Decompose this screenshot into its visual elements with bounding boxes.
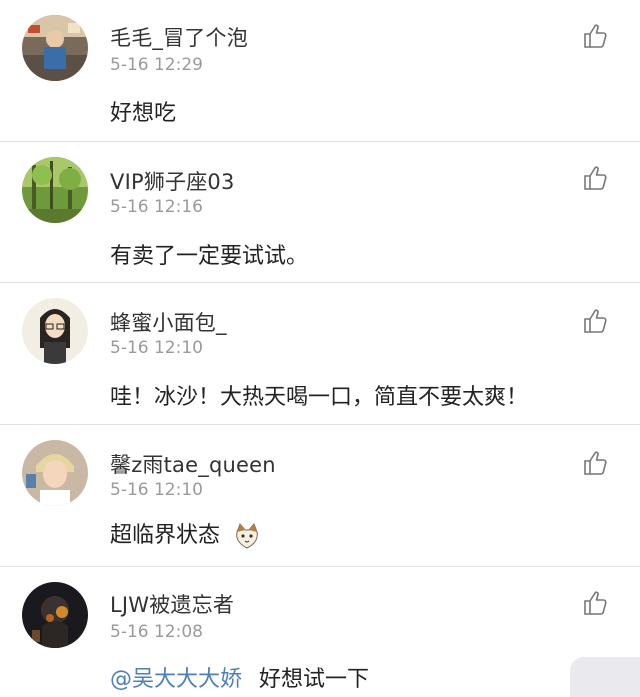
thumbs-up-icon[interactable] xyxy=(582,589,610,617)
comment-text: 哇！冰沙！大热天喝一口，简直不要太爽！ xyxy=(110,385,529,410)
boy-avatar-icon xyxy=(22,440,88,506)
reply-bar-corner xyxy=(570,657,640,697)
username[interactable]: 蜂蜜小面包_ xyxy=(110,307,227,337)
mention-link[interactable]: @吴大大大娇 xyxy=(110,667,242,692)
timestamp: 5-16 12:08 xyxy=(110,622,203,642)
comment-text: 好想吃 xyxy=(110,101,177,126)
timestamp: 5-16 12:29 xyxy=(110,55,203,75)
username[interactable]: 馨z雨tae_queen xyxy=(110,449,276,479)
avatar[interactable] xyxy=(22,157,88,223)
timestamp: 5-16 12:10 xyxy=(110,338,203,358)
comment-text-body: 好想试一下 xyxy=(259,667,370,692)
comment-item: VIP狮子座03 5-16 12:16 有卖了一定要试试。 xyxy=(0,142,640,282)
thumbs-up-icon[interactable] xyxy=(582,164,610,192)
comment-item: 馨z雨tae_queen 5-16 12:10 超临界状态 xyxy=(0,425,640,566)
girl-avatar-icon xyxy=(22,298,88,364)
comment-text: @吴大大大娇 好想试一下 xyxy=(110,661,369,693)
thumbs-up-icon[interactable] xyxy=(582,22,610,50)
cat-emoji-icon xyxy=(236,523,258,549)
avatar[interactable] xyxy=(22,15,88,81)
user-avatar-icon xyxy=(22,15,88,81)
timestamp: 5-16 12:16 xyxy=(110,197,203,217)
comment-text: 有卖了一定要试试。 xyxy=(110,244,309,269)
timestamp: 5-16 12:10 xyxy=(110,480,203,500)
comment-item: LJW被遗忘者 5-16 12:08 @吴大大大娇 好想试一下 xyxy=(0,567,640,697)
comment-text: 超临界状态 xyxy=(110,517,263,552)
username[interactable]: VIP狮子座03 xyxy=(110,166,235,196)
avatar[interactable] xyxy=(22,582,88,648)
avatar[interactable] xyxy=(22,298,88,364)
comment-item: 毛毛_冒了个泡 5-16 12:29 好想吃 xyxy=(0,0,640,141)
avatar[interactable] xyxy=(22,440,88,506)
forest-avatar-icon xyxy=(22,157,88,223)
thumbs-up-icon[interactable] xyxy=(582,449,610,477)
comment-item: 蜂蜜小面包_ 5-16 12:10 哇！冰沙！大热天喝一口，简直不要太爽！ xyxy=(0,283,640,424)
dark-avatar-icon xyxy=(22,582,88,648)
username[interactable]: 毛毛_冒了个泡 xyxy=(110,22,248,52)
username[interactable]: LJW被遗忘者 xyxy=(110,589,234,619)
comment-text-body: 超临界状态 xyxy=(110,523,221,548)
thumbs-up-icon[interactable] xyxy=(582,307,610,335)
